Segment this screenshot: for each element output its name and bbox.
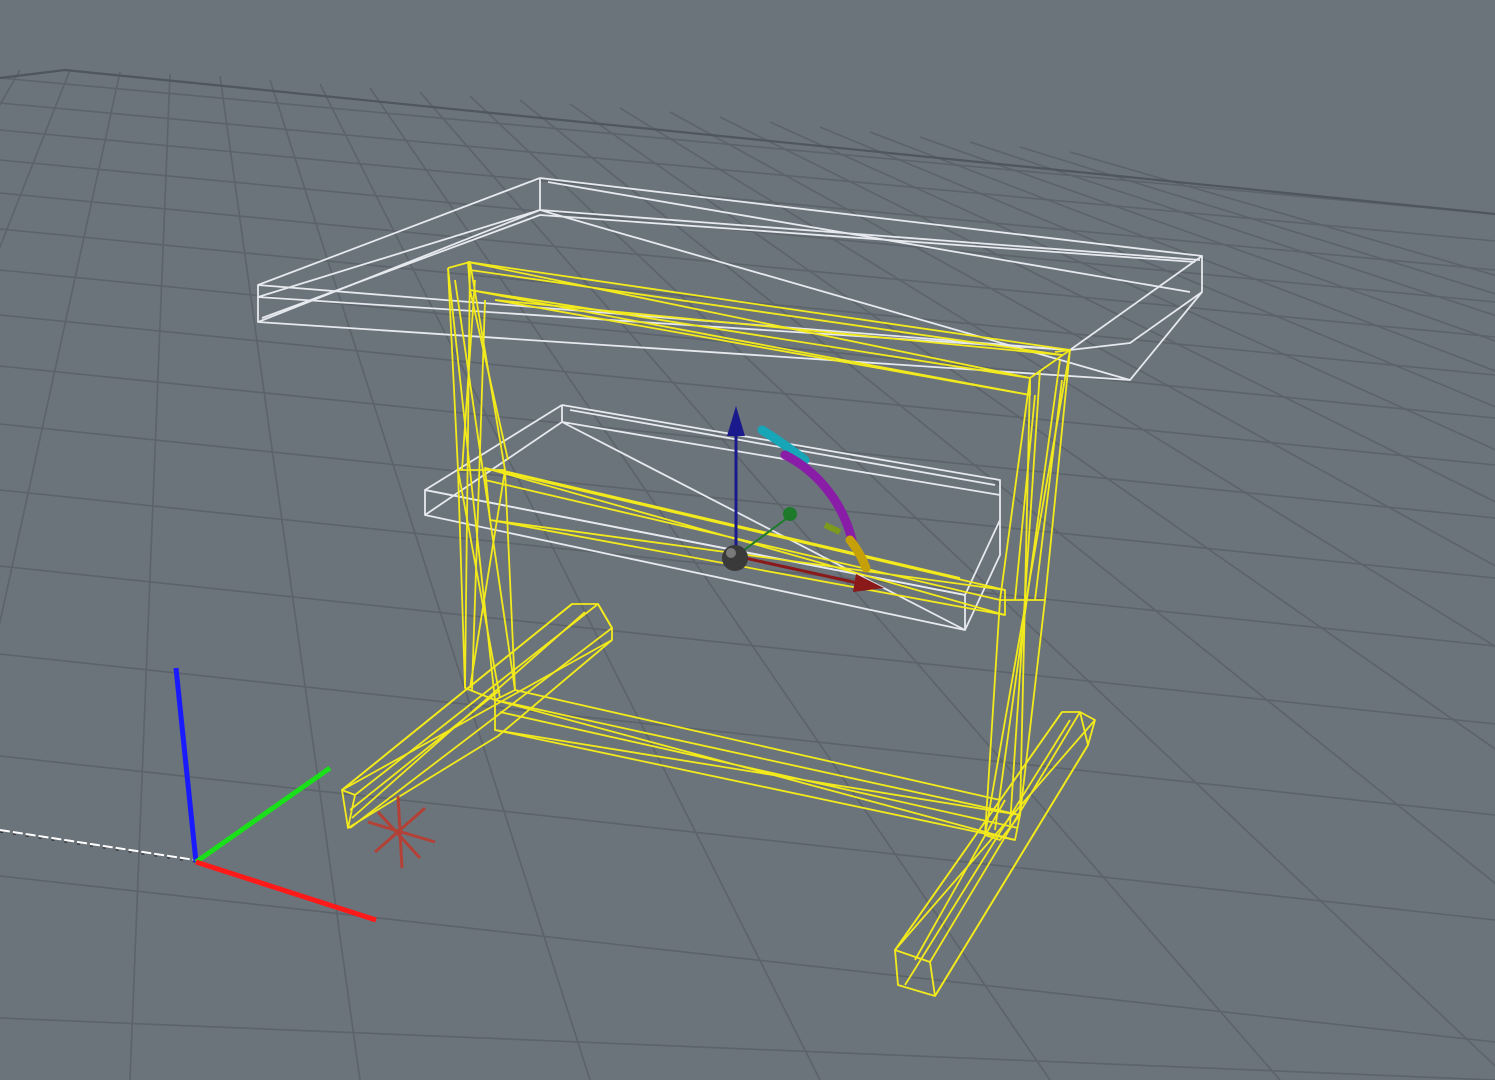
desktop-wireframe[interactable] xyxy=(257,177,1203,381)
3d-viewport[interactable] xyxy=(0,0,1495,1080)
world-x-axis xyxy=(195,859,377,923)
ground-line xyxy=(0,829,196,861)
viewport-canvas[interactable] xyxy=(0,0,1495,1080)
grid-columns xyxy=(0,69,1495,1080)
manipulator-pivot[interactable] xyxy=(722,545,748,571)
shelf-rail-wireframe[interactable] xyxy=(484,467,1006,616)
ground-line-shadow xyxy=(0,831,196,863)
rotate-handle-small[interactable] xyxy=(823,522,842,535)
manipulator-y-handle[interactable] xyxy=(783,507,797,521)
manipulator-pivot-highlight xyxy=(726,548,736,558)
ground-grid xyxy=(0,68,1495,1080)
right-foot-wireframe[interactable] xyxy=(894,711,1096,997)
bottom-rail-wireframe[interactable] xyxy=(494,689,1021,841)
grid-edge xyxy=(0,68,1495,216)
world-y-axis xyxy=(194,765,332,865)
world-z-axis xyxy=(173,667,199,863)
left-leg-wireframe[interactable] xyxy=(447,261,516,701)
manipulator-z-arrow[interactable] xyxy=(727,406,745,436)
